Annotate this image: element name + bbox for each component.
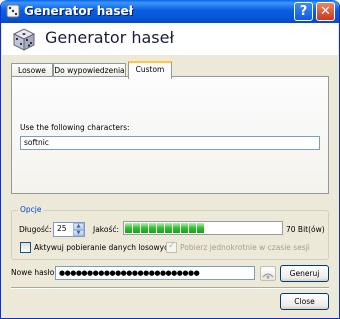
help-button[interactable]: ? <box>294 2 313 21</box>
dice-app-icon <box>6 4 20 18</box>
options-group-title: Opcje <box>18 205 44 214</box>
quality-bar-segment <box>197 223 204 233</box>
quality-progress-bar <box>123 221 283 235</box>
active-download-label: Aktywuj pobieranie danych losowych <box>34 243 173 252</box>
quality-bar-segment <box>149 223 156 233</box>
characters-label: Use the following characters: <box>20 123 130 132</box>
quality-bar-segment <box>157 223 164 233</box>
header-banner: Generator haseł <box>2 23 338 55</box>
length-label: Długość: <box>19 225 52 234</box>
password-generator-window: Generator haseł ? ✕ Generator haseł Loso… <box>0 0 340 319</box>
fetch-once-checkbox[interactable]: ✓ <box>166 241 177 253</box>
close-button[interactable]: Close <box>280 293 329 310</box>
title-bar[interactable]: Generator haseł ? ✕ <box>1 0 339 23</box>
window-title: Generator haseł <box>24 4 134 18</box>
length-value: 25 <box>57 224 67 233</box>
spin-down-icon[interactable]: ▼ <box>73 229 84 236</box>
quality-bar-segment <box>165 223 172 233</box>
dice-icon <box>12 28 36 51</box>
fetch-once-label: Pobierz jednokrotnie w czasie sesji <box>180 243 310 252</box>
characters-input[interactable]: softnic <box>20 136 320 150</box>
show-password-button[interactable] <box>260 266 276 281</box>
active-download-checkbox[interactable] <box>20 242 31 253</box>
quality-bar-segment <box>133 223 140 233</box>
eye-icon <box>262 273 274 279</box>
quality-value: 70 Bit(ów) <box>286 225 325 234</box>
generate-button[interactable]: Generuj <box>280 265 329 282</box>
quality-bar-segment <box>181 223 188 233</box>
footer-divider <box>11 287 329 289</box>
quality-bar-segment <box>125 223 132 233</box>
window-close-button[interactable]: ✕ <box>316 2 335 21</box>
quality-bar-segment <box>189 223 196 233</box>
length-spinner[interactable]: 25 ▲ ▼ <box>53 222 85 237</box>
quality-bar-segment <box>141 223 148 233</box>
tab-custom[interactable]: Custom <box>128 61 172 79</box>
quality-bar-segment <box>173 223 180 233</box>
checkmark-icon: ✓ <box>168 241 176 251</box>
quality-label: Jakość: <box>93 225 120 234</box>
header-title: Generator haseł <box>45 28 175 47</box>
new-password-label: Nowe hasło: <box>11 268 57 277</box>
custom-tab-panel: Use the following characters: softnic <box>11 76 329 194</box>
new-password-field[interactable]: ●●●●●●●●●●●●●●●●●●●●●●●●● <box>55 266 255 280</box>
